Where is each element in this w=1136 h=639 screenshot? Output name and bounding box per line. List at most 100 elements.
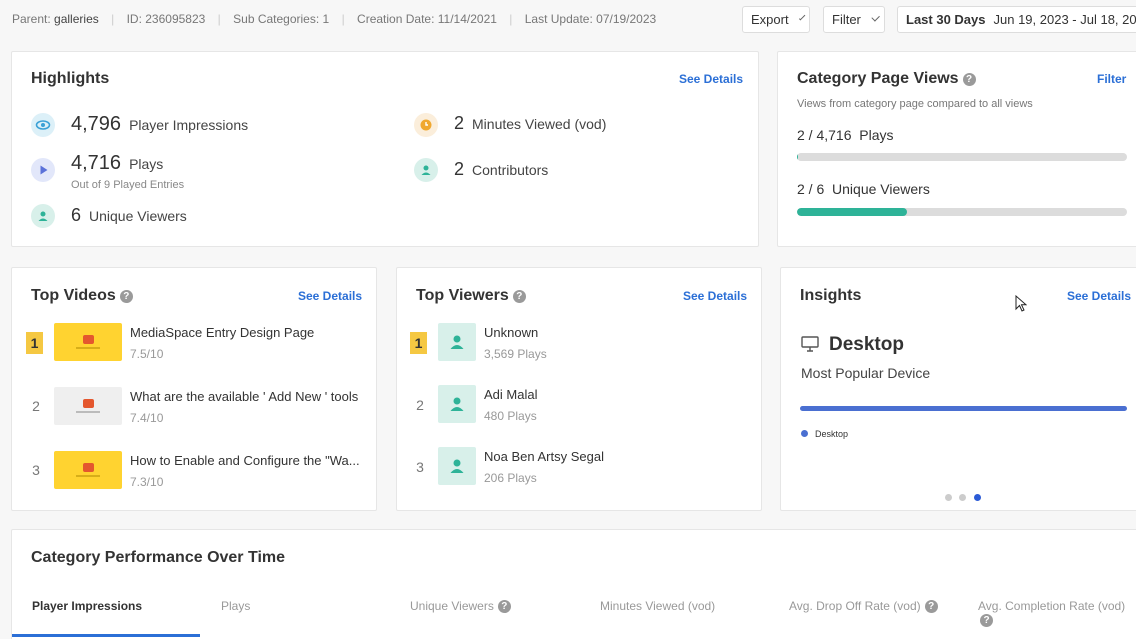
plays-sub-label: Out of 9 Played Entries — [71, 179, 185, 191]
category-page-views-subtitle: Views from category page compared to all… — [797, 98, 1033, 110]
cpv-viewers-value: 2 / 6 — [797, 181, 825, 197]
plays-stat: 4,716 Plays — [71, 152, 163, 175]
play-icon — [31, 158, 55, 182]
insights-title: Insights — [800, 287, 862, 304]
viewer-name[interactable]: Adi Malal — [484, 387, 537, 402]
last-update-label: Last Update: — [524, 12, 593, 26]
carousel-dot-3[interactable] — [974, 494, 981, 501]
tab-player-impressions[interactable]: Player Impressions — [32, 599, 142, 613]
viewer-name[interactable]: Unknown — [484, 325, 538, 340]
filter-button[interactable]: Filter — [823, 6, 885, 33]
contributors-value: 2 — [454, 159, 465, 179]
tab-unique-viewers[interactable]: Unique Viewers? — [410, 599, 511, 613]
chevron-down-icon — [871, 13, 880, 22]
active-tab-indicator — [12, 634, 200, 637]
export-button[interactable]: Export — [742, 6, 810, 33]
top-videos-title-text: Top Videos — [31, 287, 116, 304]
minutes-viewed-value: 2 — [454, 113, 465, 133]
unique-viewers-label: Unique Viewers — [89, 208, 187, 224]
last-update-value: 07/19/2023 — [596, 12, 657, 26]
impressions-label: Player Impressions — [129, 117, 249, 133]
rank-number: 2 — [32, 398, 40, 414]
help-icon[interactable]: ? — [924, 600, 938, 613]
viewer-name[interactable]: Noa Ben Artsy Segal — [484, 449, 604, 464]
carousel-dot-1[interactable] — [945, 494, 952, 501]
export-label: Export — [751, 12, 789, 27]
cpv-viewers-bar-fill — [797, 208, 907, 216]
insights-see-details-link[interactable]: See Details — [1067, 289, 1131, 303]
cpv-viewers-stat: 2 / 6 Unique Viewers — [797, 181, 930, 197]
viewer-plays: 206 Plays — [484, 471, 537, 485]
subcategories-value: 1 — [322, 12, 330, 26]
minutes-viewed-label: Minutes Viewed (vod) — [472, 116, 607, 132]
filter-label: Filter — [832, 12, 861, 27]
user-avatar-icon — [438, 323, 476, 361]
date-range-picker[interactable]: Last 30 Days Jun 19, 2023 - Jul 18, 2023 — [897, 6, 1136, 33]
rank-badge: 1 — [26, 332, 43, 354]
insights-subtitle: Most Popular Device — [801, 365, 931, 381]
carousel-dot-2[interactable] — [959, 494, 966, 501]
highlights-see-details-link[interactable]: See Details — [679, 72, 743, 86]
video-thumbnail[interactable] — [54, 323, 122, 361]
help-icon[interactable]: ? — [962, 73, 976, 86]
video-title[interactable]: MediaSpace Entry Design Page — [130, 325, 314, 340]
plays-value: 4,716 — [71, 152, 122, 174]
tab-minutes-viewed[interactable]: Minutes Viewed (vod) — [600, 599, 715, 613]
tab-avg-drop-off-rate[interactable]: Avg. Drop Off Rate (vod)? — [789, 599, 938, 613]
contributors-stat: 2 Contributors — [454, 159, 548, 180]
device-distribution-bar — [800, 406, 1127, 411]
rank-number: 3 — [32, 462, 40, 478]
viewer-plays: 480 Plays — [484, 409, 537, 423]
minutes-viewed-stat: 2 Minutes Viewed (vod) — [454, 113, 606, 134]
cpv-viewers-label: Unique Viewers — [832, 181, 930, 197]
category-meta: Parent: galleries | ID: 236095823 | Sub … — [12, 12, 657, 26]
mouse-cursor-icon — [1015, 295, 1027, 312]
category-page-views-filter-link[interactable]: Filter — [1097, 72, 1126, 86]
id-value: 236095823 — [145, 12, 206, 26]
date-preset-label: Last 30 Days — [906, 12, 986, 27]
help-icon[interactable]: ? — [497, 600, 511, 613]
rank-number: 2 — [416, 397, 424, 413]
tab-unique-viewers-label: Unique Viewers — [410, 599, 494, 613]
video-title[interactable]: What are the available ' Add New ' tools — [130, 389, 358, 404]
video-thumbnail[interactable] — [54, 387, 122, 425]
top-viewers-see-details-link[interactable]: See Details — [683, 289, 747, 303]
help-icon[interactable]: ? — [980, 614, 993, 627]
cpv-viewers-bar — [797, 208, 1127, 216]
top-videos-title: Top Videos? — [31, 287, 133, 305]
impressions-value: 4,796 — [71, 113, 122, 135]
top-viewers-title: Top Viewers? — [416, 287, 526, 305]
tab-avg-completion-rate[interactable]: Avg. Completion Rate (vod) — [978, 599, 1125, 613]
unique-viewers-value: 6 — [71, 205, 82, 225]
help-icon[interactable]: ? — [512, 290, 526, 303]
eye-icon — [31, 113, 55, 137]
user-icon — [31, 204, 55, 228]
unique-viewers-stat: 6 Unique Viewers — [71, 205, 187, 226]
contributors-label: Contributors — [472, 162, 549, 178]
rank-badge: 1 — [410, 332, 427, 354]
highlights-title: Highlights — [31, 70, 110, 87]
creation-date-value: 11/14/2021 — [437, 12, 497, 26]
subcategories-label: Sub Categories: — [233, 12, 320, 26]
date-range-label: Jun 19, 2023 - Jul 18, 2023 — [993, 12, 1136, 27]
help-icon[interactable]: ? — [119, 290, 133, 303]
category-page-views-title: Category Page Views? — [797, 70, 976, 88]
tab-plays[interactable]: Plays — [221, 599, 250, 613]
performance-title: Category Performance Over Time — [31, 549, 286, 566]
parent-label: Parent: — [12, 12, 51, 26]
user-avatar-icon — [438, 385, 476, 423]
video-thumbnail[interactable] — [54, 451, 122, 489]
tab-avg-drop-off-label: Avg. Drop Off Rate (vod) — [789, 599, 921, 613]
top-videos-see-details-link[interactable]: See Details — [298, 289, 362, 303]
category-page-views-title-text: Category Page Views — [797, 70, 959, 87]
cpv-plays-stat: 2 / 4,716 Plays — [797, 127, 894, 143]
video-title[interactable]: How to Enable and Configure the "Wa... — [130, 453, 360, 468]
top-bar: Parent: galleries | ID: 236095823 | Sub … — [0, 0, 1136, 40]
tab-avg-completion-label: Avg. Completion Rate (vod) — [978, 599, 1126, 613]
performance-card — [11, 529, 1136, 639]
creation-date-label: Creation Date: — [357, 12, 435, 26]
parent-value: galleries — [54, 12, 99, 26]
cpv-plays-value: 2 / 4,716 — [797, 127, 852, 143]
legend-dot — [801, 430, 808, 437]
legend-label: Desktop — [815, 429, 849, 439]
